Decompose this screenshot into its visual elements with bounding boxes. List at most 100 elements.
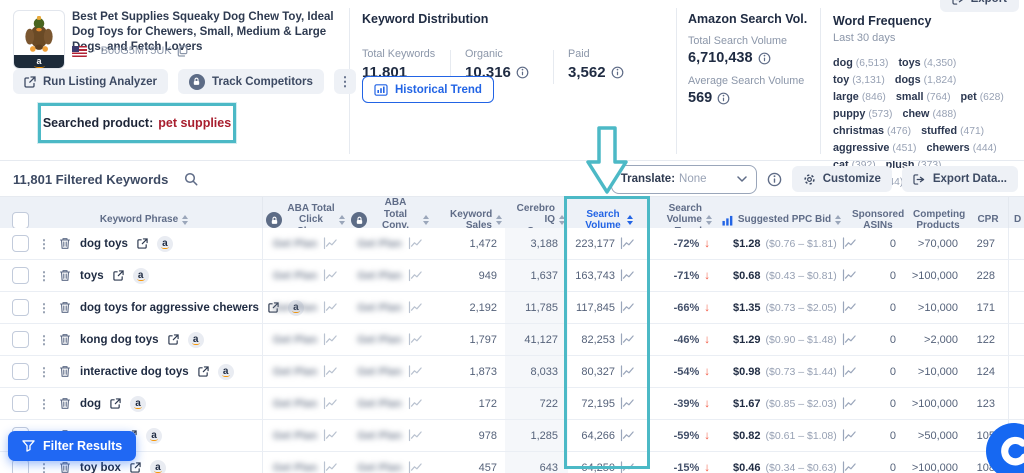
delete-icon[interactable] — [59, 237, 71, 250]
word-frequency-item[interactable]: aggressive (451) — [833, 142, 916, 154]
sparkline-icon[interactable] — [408, 269, 423, 282]
external-link-icon[interactable] — [197, 366, 209, 377]
sparkline-icon[interactable] — [323, 365, 338, 378]
sparkline-icon[interactable] — [408, 461, 423, 473]
amazon-badge[interactable]: a — [156, 235, 173, 252]
sparkline-icon[interactable] — [408, 429, 423, 442]
delete-icon[interactable] — [59, 397, 71, 410]
sparkline-icon[interactable] — [323, 429, 338, 442]
external-link-icon[interactable] — [110, 398, 121, 409]
historical-trend-button[interactable]: Historical Trend — [362, 76, 494, 103]
search-icon[interactable] — [184, 172, 198, 186]
word-frequency-item[interactable]: small (764) — [896, 91, 951, 103]
info-icon[interactable] — [758, 52, 771, 65]
search-volume-cell: 82,253 — [568, 324, 648, 355]
sparkline-icon[interactable] — [408, 333, 423, 346]
bid-range: ($0.34 – $0.63) — [765, 461, 837, 473]
sparkline-icon[interactable] — [620, 237, 635, 250]
keyword-link[interactable]: toys — [80, 270, 104, 282]
word-frequency-item[interactable]: toys (4,350) — [898, 57, 956, 69]
row-checkbox[interactable] — [12, 235, 29, 252]
delete-icon[interactable] — [59, 365, 71, 378]
amazon-badge[interactable]: a — [130, 395, 147, 412]
keyword-link[interactable]: toy box — [80, 462, 121, 473]
export-button[interactable]: Export — [939, 0, 1019, 12]
sparkline-icon[interactable] — [323, 237, 338, 250]
product-thumbnail[interactable]: a — [13, 10, 65, 69]
keyword-link[interactable]: dog toys — [80, 238, 128, 250]
sparkline-icon[interactable] — [620, 333, 635, 346]
export-data-button[interactable]: Export Data... — [901, 166, 1018, 192]
amazon-badge[interactable]: a — [217, 363, 234, 380]
sparkline-icon[interactable] — [323, 301, 338, 314]
delete-icon[interactable] — [59, 333, 71, 346]
external-link-icon[interactable] — [112, 270, 124, 281]
amazon-badge[interactable]: a — [149, 459, 166, 473]
external-link-icon[interactable] — [137, 238, 148, 249]
word-frequency-item[interactable]: dog (6,513) — [833, 57, 888, 69]
word-frequency-item[interactable]: pet (628) — [961, 91, 1004, 103]
more-options-menu[interactable]: ⋮ — [333, 69, 356, 94]
delete-icon[interactable] — [59, 269, 71, 282]
word-frequency-item[interactable]: christmas (476) — [833, 125, 911, 137]
row-menu-icon[interactable]: ⋮ — [38, 269, 50, 283]
sparkline-icon[interactable] — [323, 269, 338, 282]
row-checkbox[interactable] — [12, 299, 29, 316]
sparkline-icon[interactable] — [408, 301, 423, 314]
keyword-link[interactable]: kong dog toys — [80, 334, 159, 346]
sparkline-icon[interactable] — [620, 365, 635, 378]
word-frequency-item[interactable]: large (846) — [833, 91, 886, 103]
amazon-badge[interactable]: a — [146, 427, 163, 444]
copy-icon[interactable] — [177, 45, 188, 57]
sparkline-icon[interactable] — [620, 397, 635, 410]
external-link-icon[interactable] — [130, 462, 141, 473]
aba-click-share-cell-locked: Get Plan — [263, 228, 348, 259]
delete-icon[interactable] — [59, 461, 71, 473]
customize-button[interactable]: Customize — [791, 166, 892, 192]
select-all-checkbox[interactable] — [12, 211, 29, 229]
sparkline-icon[interactable] — [408, 397, 423, 410]
info-icon[interactable] — [767, 172, 782, 187]
delete-icon[interactable] — [59, 301, 71, 314]
sparkline-icon[interactable] — [620, 429, 635, 442]
word-frequency-item[interactable]: puppy (573) — [833, 108, 892, 120]
row-checkbox[interactable] — [12, 363, 29, 380]
row-menu-icon[interactable]: ⋮ — [38, 301, 50, 315]
sparkline-icon[interactable] — [620, 461, 635, 473]
row-menu-icon[interactable]: ⋮ — [38, 397, 50, 411]
external-link-icon[interactable] — [167, 334, 179, 345]
info-icon[interactable] — [611, 66, 624, 79]
sparkline-icon[interactable] — [620, 269, 635, 282]
sparkline-icon[interactable] — [408, 365, 423, 378]
row-menu-icon[interactable]: ⋮ — [38, 333, 50, 347]
sparkline-icon[interactable] — [323, 461, 338, 473]
row-menu-icon[interactable]: ⋮ — [38, 365, 50, 379]
row-checkbox[interactable] — [12, 331, 29, 348]
translate-select[interactable]: Translate: None — [610, 164, 757, 194]
row-menu-icon[interactable]: ⋮ — [38, 237, 50, 251]
track-competitors-button[interactable]: Track Competitors — [177, 69, 324, 94]
column-keyword-phrase[interactable]: Keyword Phrase — [100, 214, 189, 226]
row-checkbox[interactable] — [12, 395, 29, 412]
keyword-link[interactable]: dog — [80, 398, 101, 410]
info-icon[interactable] — [717, 92, 730, 105]
sparkline-icon[interactable] — [323, 397, 338, 410]
row-checkbox[interactable] — [12, 267, 29, 284]
word-frequency-item[interactable]: stuffed (471) — [921, 125, 984, 137]
word-frequency-item[interactable]: toy (3,131) — [833, 74, 885, 86]
info-icon[interactable] — [516, 66, 529, 79]
run-listing-analyzer-button[interactable]: Run Listing Analyzer — [13, 69, 168, 94]
sparkline-icon[interactable] — [323, 333, 338, 346]
row-menu-icon[interactable]: ⋮ — [38, 461, 50, 473]
sparkline-icon[interactable] — [620, 301, 635, 314]
sparkline-icon[interactable] — [408, 237, 423, 250]
word-frequency-item[interactable]: chew (488) — [902, 108, 956, 120]
word-frequency-item[interactable]: dogs (1,824) — [895, 74, 956, 86]
row-checkbox[interactable] — [12, 459, 29, 473]
amazon-badge[interactable]: a — [187, 331, 204, 348]
word-frequency-item[interactable]: chewers (444) — [926, 142, 996, 154]
filter-results-button[interactable]: Filter Results — [8, 431, 137, 461]
amazon-badge[interactable]: a — [132, 267, 149, 284]
keyword-link[interactable]: dog toys for aggressive chewers — [80, 302, 259, 314]
keyword-link[interactable]: interactive dog toys — [80, 366, 189, 378]
